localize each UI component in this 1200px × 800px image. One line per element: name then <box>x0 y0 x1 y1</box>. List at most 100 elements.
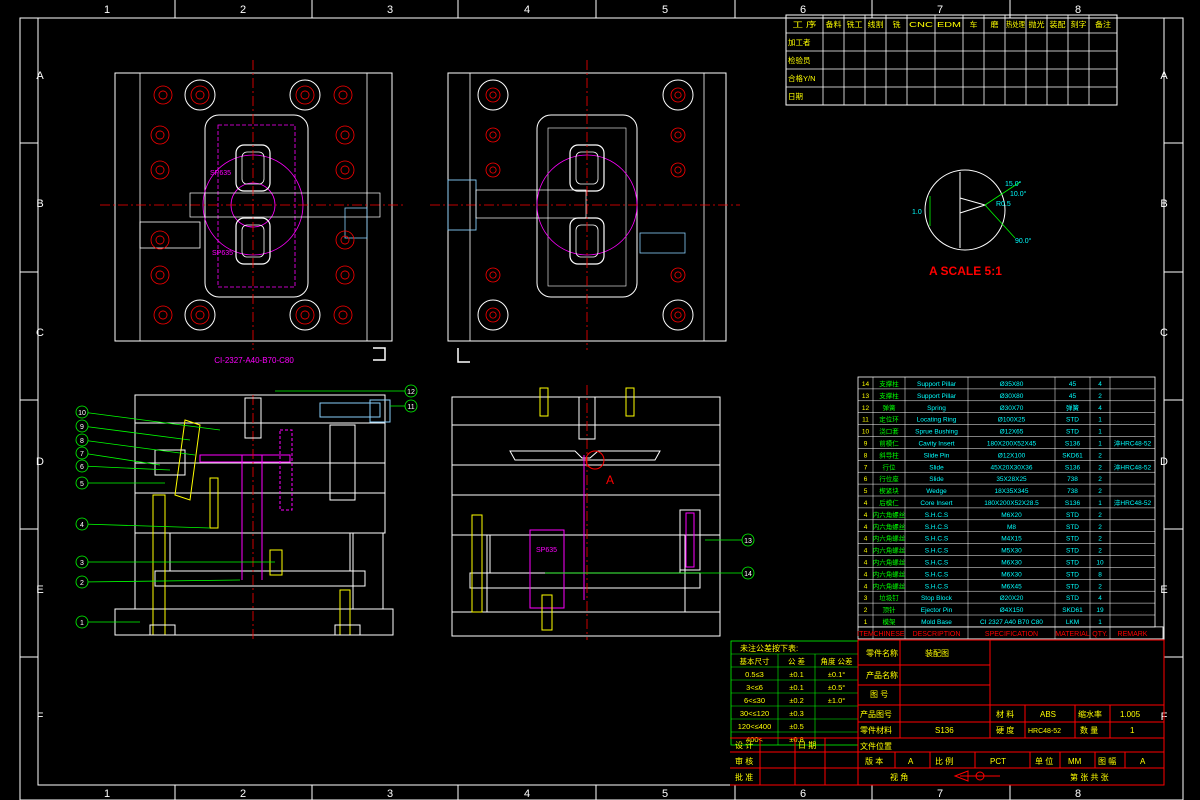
bom-cell: S.H.C.S <box>925 536 949 543</box>
tb-quantity-value: 1 <box>1130 726 1135 735</box>
grid-row-label: B <box>1160 198 1167 210</box>
bom-header: MATERIAL <box>1055 631 1090 638</box>
bom-cell: 支撑柱 <box>879 379 899 388</box>
bom-cell: 1 <box>864 619 868 626</box>
bom-cell: Ø30X70 <box>1000 405 1024 412</box>
bom-cell: 淬HRC48-52 <box>1114 498 1152 507</box>
bom-cell: 4 <box>864 571 868 578</box>
bom-cell: 模架 <box>883 617 897 626</box>
bom-cell: 5 <box>864 488 868 495</box>
bom-cell: 4 <box>864 512 868 519</box>
bom-cell: S.H.C.S <box>925 524 949 531</box>
bom-cell: 45X20X30X36 <box>991 464 1033 471</box>
grid-col-label: 8 <box>1075 4 1081 16</box>
bom-cell: 2 <box>1098 536 1102 543</box>
grid-row-label: C <box>36 327 44 339</box>
bom-cell: M6X45 <box>1001 583 1022 590</box>
bom-cell: M6X30 <box>1001 560 1022 567</box>
bom-cell: 11 <box>862 417 869 424</box>
tb-sheet-value: A <box>1140 757 1146 766</box>
process-header: 装配 <box>1050 19 1067 29</box>
bom-cell: 弹簧 <box>1066 403 1080 412</box>
bom-cell: 8 <box>1098 571 1102 578</box>
grid-col-label: 2 <box>240 4 246 16</box>
bom-cell: 19 <box>1096 607 1104 614</box>
tb-checker-label: 审 核 <box>735 756 753 766</box>
sp-label: SP635 <box>536 547 557 554</box>
bom-cell: 12 <box>862 405 870 412</box>
bom-cell: 1 <box>1098 417 1102 424</box>
process-header: 备料 <box>826 19 843 29</box>
tb-drawing-no-label: 图 号 <box>870 690 888 699</box>
tb-scale-value: PCT <box>990 757 1006 766</box>
grid-col-label: 4 <box>524 788 530 800</box>
bom-cell: 2 <box>864 607 868 614</box>
grid-row-label: C <box>1160 327 1168 339</box>
tb-unit-label: 单 位 <box>1035 756 1053 766</box>
bom-cell: SKD61 <box>1062 452 1083 459</box>
tolerance-cell: 6<≤30 <box>744 696 765 705</box>
bom-cell: STD <box>1066 560 1079 567</box>
detail-dim-2: 10.0° <box>1010 190 1027 198</box>
process-header: 工 序 <box>793 19 818 29</box>
tb-quantity-label: 数 量 <box>1080 725 1098 735</box>
bom-cell: STD <box>1066 595 1079 602</box>
grid-col-label: 3 <box>387 788 393 800</box>
bom-cell: M5X30 <box>1001 548 1022 555</box>
bom-cell: S.H.C.S <box>925 512 949 519</box>
bom-cell: 弹簧 <box>883 403 897 412</box>
grid-col-label: 1 <box>104 4 110 16</box>
balloon-label: 3 <box>80 560 84 567</box>
bom-cell: Sprue Bushing <box>915 429 958 436</box>
tb-part-name-label: 零件名称 <box>866 648 898 658</box>
tb-designer-label: 设 计 <box>735 740 753 750</box>
tolerance-cell: ±0.1° <box>828 670 846 679</box>
bom-cell: 35X28X25 <box>996 476 1027 483</box>
grid-col-label: 1 <box>104 788 110 800</box>
bom-cell: SKD61 <box>1062 607 1083 614</box>
bom-cell: 4 <box>864 536 868 543</box>
process-header: 抛光 <box>1029 19 1046 29</box>
bom-cell: 4 <box>1098 405 1102 412</box>
grid-row-label: A <box>1160 70 1168 82</box>
grid-row-label: D <box>1160 456 1168 468</box>
tb-approver-label: 批 准 <box>735 772 753 782</box>
bom-cell: 45 <box>1069 381 1077 388</box>
bom-cell: 内六角螺丝 <box>873 569 906 578</box>
svg-text:SP635: SP635 <box>212 250 233 257</box>
bom-cell: Stop Block <box>921 595 953 602</box>
tolerance-cell: ±0.5° <box>828 683 846 692</box>
tolerance-title: 未注公差按下表: <box>740 643 798 653</box>
bom-cell: 2 <box>1098 488 1102 495</box>
bom-cell: Support Pillar <box>917 381 957 388</box>
balloon-label: 14 <box>744 571 752 578</box>
bom-cell: Ø4X150 <box>1000 607 1024 614</box>
balloon-label: 6 <box>80 464 84 471</box>
detail-dim-4: 1.0 <box>912 209 922 216</box>
balloon-label: 2 <box>80 580 84 587</box>
bom-cell: M6X30 <box>1001 571 1022 578</box>
bom-cell: 4 <box>1098 595 1102 602</box>
process-header: 刻字 <box>1071 19 1087 29</box>
bom-cell: 9 <box>864 441 868 448</box>
bom-cell: 2 <box>1098 464 1102 471</box>
tb-product-name-label: 产品名称 <box>866 670 898 680</box>
balloon-label: 1 <box>80 620 84 627</box>
bom-cell: 10 <box>1096 560 1104 567</box>
tolerance-cell: ±1.0° <box>828 696 846 705</box>
bom-cell: 后模仁 <box>879 498 899 507</box>
process-header: 线割 <box>868 19 884 29</box>
bom-header: QTY. <box>1092 631 1107 638</box>
process-row-label: 检验员 <box>788 55 811 65</box>
balloon-label: 12 <box>407 389 415 396</box>
tolerance-header: 角度 公差 <box>820 656 853 666</box>
tb-part-material-value: S136 <box>935 726 954 735</box>
grid-col-label: 7 <box>937 4 943 16</box>
bom-cell: 180X200X52X45 <box>987 441 1037 448</box>
bom-cell: S.H.C.S <box>925 548 949 555</box>
bom-cell: STD <box>1066 536 1079 543</box>
tolerance-header: 基本尺寸 <box>740 656 770 666</box>
bom-cell: 定位环 <box>879 415 899 424</box>
grid-row-label: E <box>1160 584 1167 596</box>
tb-product-no-label: 产品图号 <box>860 709 892 719</box>
